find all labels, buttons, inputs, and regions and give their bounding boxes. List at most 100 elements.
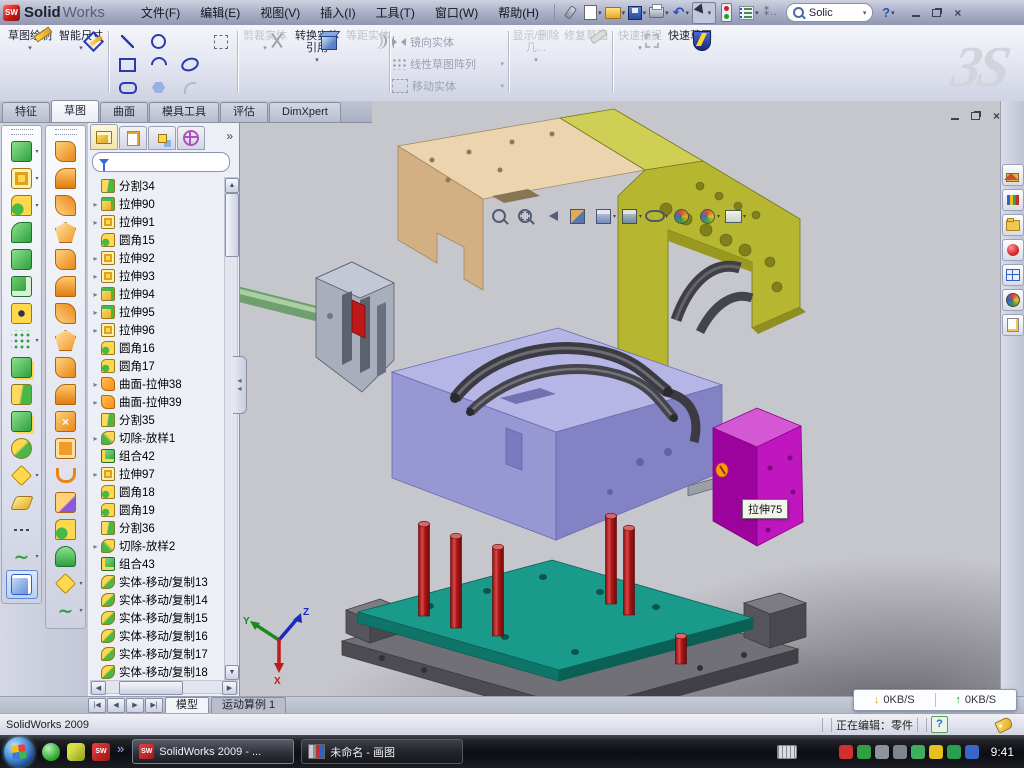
expand-arrow-icon[interactable] [90,398,101,407]
search-box[interactable]: ▾ [786,3,874,22]
trim-entities-button[interactable]: 剪裁实体 ▾ [241,29,289,55]
tray-icon[interactable] [875,745,889,759]
expand-arrow-icon[interactable] [90,254,101,263]
tree-item[interactable]: 圆角17 [90,357,226,375]
quick-snaps-button[interactable]: 快速捕捉 ▾ [616,29,664,55]
close-button[interactable]: × [947,4,968,21]
heads-up-button[interactable]: ▾ [564,204,590,228]
toolbar-button[interactable]: ▾ [7,219,37,246]
help-button[interactable]: ?▾ [877,3,899,23]
search-input[interactable] [807,6,863,20]
tree-item[interactable]: 分割35 [90,411,226,429]
sketch-entity-button[interactable] [174,76,205,99]
tray-icon[interactable] [857,745,871,759]
toolbar-button[interactable]: ▾ [51,543,81,570]
toolbar-button[interactable]: ▾ [7,435,37,462]
menu-item[interactable]: 工具(T) [366,1,425,24]
dropdown-caret-icon[interactable]: ▾ [35,337,38,344]
tree-item[interactable]: 拉伸92 [90,249,226,267]
scrollbar-thumb[interactable] [119,681,183,695]
quicklaunch-chevron-icon[interactable]: » [117,741,124,756]
options-list-button[interactable]: ▾ [738,3,760,23]
toolbar-button[interactable]: ▾ [7,354,37,381]
toolbar-button[interactable]: ▾ [51,138,81,165]
toolbar-button[interactable]: ▾ [7,489,37,516]
heads-up-button[interactable]: ▾ [720,204,746,228]
solidworks-quicklaunch-icon[interactable]: SW [92,743,110,761]
panel-expand-chevron-icon[interactable]: » [226,129,233,143]
taskbar-item-solidworks[interactable]: SW SolidWorks 2009 - ... [132,739,294,764]
task-pane-tab[interactable] [1002,214,1024,236]
messenger-icon[interactable] [42,743,60,761]
repair-sketch-button[interactable]: 修复草图 [562,29,610,42]
tree-filter-box[interactable] [92,152,230,172]
save-button[interactable]: ▾ [626,3,648,23]
horizontal-scrollbar[interactable]: ◀ ▶ [90,680,238,694]
3d-model-scene[interactable]: Y Z X [240,101,1000,696]
dropdown-caret-icon[interactable]: ▾ [79,580,82,587]
toolbar-button[interactable]: ▾ [7,516,37,543]
sketch-entity-button[interactable] [174,53,205,76]
toolbar-button[interactable]: ▾ [7,543,37,570]
vertical-scrollbar[interactable]: ▲ ▼ [224,177,238,681]
sketch-entity-button[interactable] [143,76,174,99]
dropdown-caret-icon[interactable]: ▾ [35,472,38,479]
toolbar-button[interactable]: ▾ [7,165,37,192]
graphics-viewport[interactable]: Y Z X ▾ ▾ ▾ [240,101,1000,696]
tray-icon[interactable] [965,745,979,759]
doc-minimize-button[interactable] [944,107,965,124]
command-manager-tab[interactable]: 评估 [220,102,268,122]
dropdown-caret-icon[interactable]: ▾ [35,175,38,182]
antivirus-icon[interactable] [67,743,85,761]
tree-item[interactable]: 实体-移动/复制16 [90,627,226,645]
menu-item[interactable]: 帮助(H) [488,1,549,24]
tree-item[interactable]: 拉伸97 [90,465,226,483]
sketch-entity-button[interactable] [205,30,236,53]
toolbar-button[interactable]: ▾ [6,570,38,599]
toolbar-button[interactable]: ▾ [7,408,37,435]
tree-item[interactable]: 分割34 [90,177,226,195]
heads-up-button[interactable]: ▾ [538,204,564,228]
offset-entities-button[interactable]: 等距实体 [344,29,392,42]
tray-icon[interactable] [929,745,943,759]
rebuild-traffic-light-icon[interactable] [716,3,738,23]
scroll-up-icon[interactable]: ▲ [225,178,239,193]
tray-icon[interactable] [911,745,925,759]
toolbar-button[interactable]: ▾ [51,462,81,489]
tag-icon[interactable] [994,716,1014,734]
display-delete-relations-button[interactable]: 显示/删除几... ▾ [512,29,560,67]
feature-manager-tab[interactable] [148,126,176,150]
toolbar-button[interactable]: ▾ [51,219,81,246]
tree-item[interactable]: 实体-移动/复制17 [90,645,226,663]
open-button[interactable]: ▾ [604,3,626,23]
quick-tips-help-icon[interactable]: ? [931,716,948,733]
menu-item[interactable]: 窗口(W) [425,1,488,24]
toolbar-button[interactable]: ▾ [51,354,81,381]
select-arrow-button[interactable]: ▾ [692,2,716,24]
feature-manager-tab[interactable] [177,126,205,150]
linear-sketch-pattern-button[interactable]: 线性草图阵列 ▾ [392,55,504,73]
first-tab-icon[interactable]: |◀ [88,698,106,713]
dropdown-caret-icon[interactable]: ▾ [6,43,54,55]
dropdown-caret-icon[interactable]: ▾ [35,553,38,560]
command-manager-tab[interactable]: DimXpert [269,102,341,122]
motion-study-tab[interactable]: 运动算例 1 [211,697,286,713]
heads-up-button[interactable]: ▾ [512,204,538,228]
tree-item[interactable]: 圆角19 [90,501,226,519]
expand-arrow-icon[interactable] [90,470,101,479]
expand-arrow-icon[interactable] [90,200,101,209]
toolbar-button[interactable]: ▾ [51,300,81,327]
tree-item[interactable]: 拉伸94 [90,285,226,303]
start-button[interactable] [4,737,34,767]
menu-item[interactable]: 编辑(E) [190,1,250,24]
expand-arrow-icon[interactable] [90,218,101,227]
tree-item[interactable]: 圆角18 [90,483,226,501]
scroll-left-icon[interactable]: ◀ [91,681,106,695]
expand-arrow-icon[interactable] [90,326,101,335]
heads-up-button[interactable]: ▾ [616,204,642,228]
expand-arrow-icon[interactable] [90,308,101,317]
undo-button[interactable]: ↶▾ [670,3,692,23]
toolbar-button[interactable]: ▾ [7,138,37,165]
heads-up-button[interactable]: ▾ [668,204,694,228]
dropdown-caret-icon[interactable]: ▾ [79,607,82,614]
